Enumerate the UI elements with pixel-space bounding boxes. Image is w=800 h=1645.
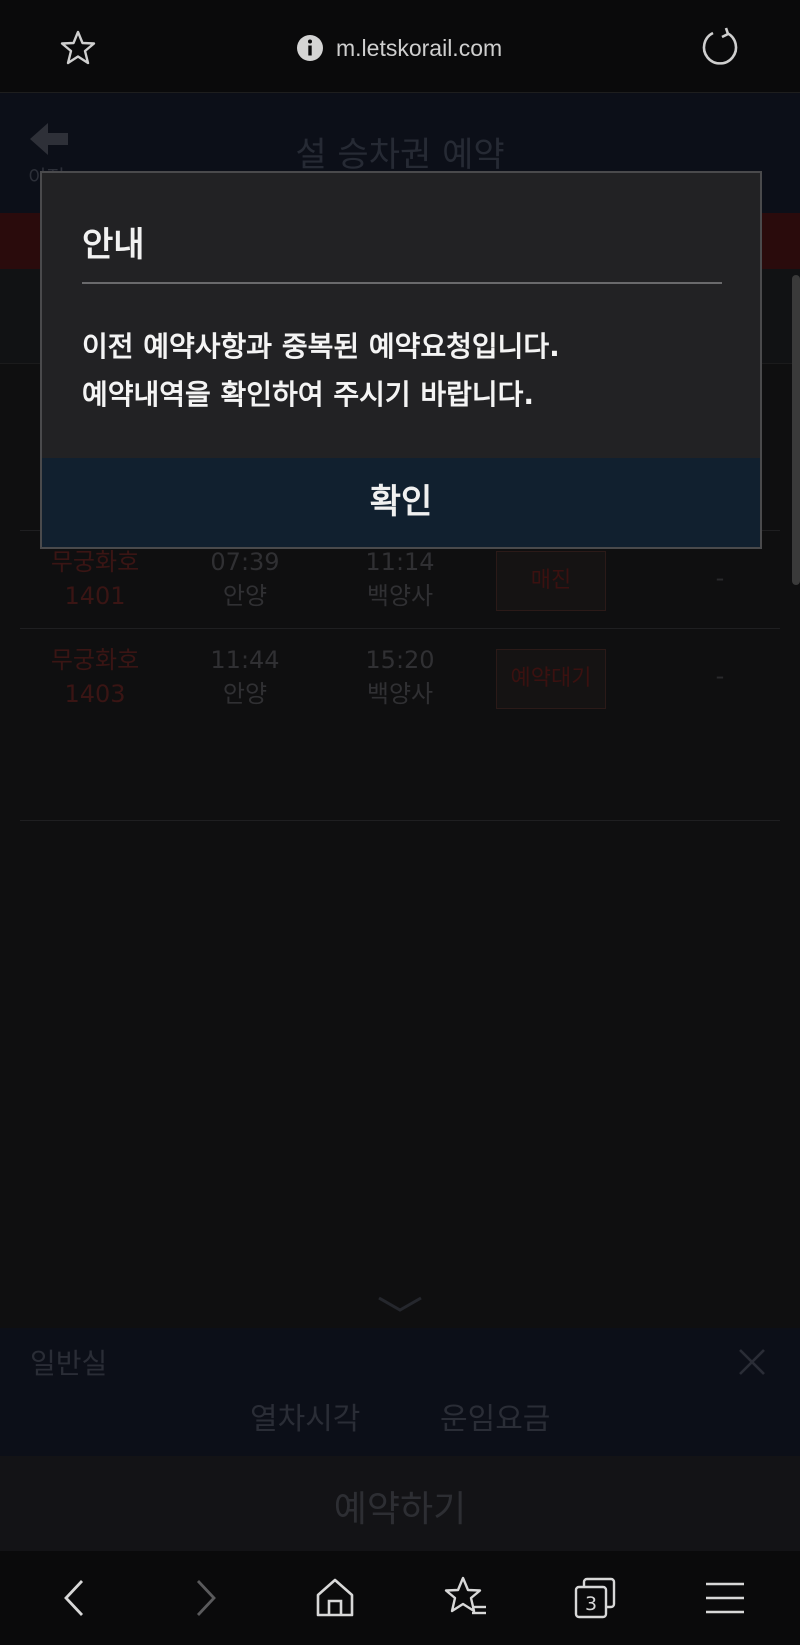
reserve-button-label: 예약하기 [333,1489,467,1530]
extra-cell: - [715,662,725,690]
seat-class-title: 일반실 [30,1347,108,1380]
train-name-cell: 무궁화호 1403 [50,646,140,708]
url-text: m.letskorail.com [336,34,503,61]
close-icon[interactable] [738,1348,766,1376]
info-icon[interactable] [296,34,324,62]
page-title: 설 승차권 예약 [295,135,505,175]
tab-fare[interactable]: 운임요금 [440,1394,550,1438]
tabs-icon[interactable]: 3 [570,1573,620,1623]
table-row[interactable]: 무궁화호 1403 11:44 안양 15:20 백양사 예약대기 - [20,628,780,727]
alert-dialog: 안내 이전 예약사항과 중복된 예약요청입니다. 예약내역을 확인하여 주시기 … [40,171,762,549]
dialog-message-line: 이전 예약사항과 중복된 예약요청입니다. [82,330,560,363]
browser-top-bar: m.letskorail.com [0,0,800,93]
browser-bottom-nav: 3 [0,1551,800,1645]
arrival-cell: 11:14 백양사 [365,548,435,610]
tab-train-time[interactable]: 열차시각 [250,1394,360,1438]
divider [20,820,780,821]
confirm-button[interactable]: 확인 [42,458,760,547]
tab-count: 3 [585,1593,597,1615]
arrival-cell: 15:20 백양사 [365,646,435,708]
dialog-message-line: 예약내역을 확인하여 주시기 바랍니다. [82,378,535,411]
status-badge[interactable]: 예약대기 [496,649,606,709]
extra-cell: - [715,564,725,592]
departure-cell: 11:44 안양 [210,646,280,708]
scrollbar-thumb[interactable] [792,275,800,585]
status-badge[interactable]: 매진 [496,551,606,611]
chevron-down-icon[interactable] [377,1294,423,1314]
train-name-cell: 무궁화호 1401 [50,548,140,610]
reserve-button[interactable]: 예약하기 [0,1456,800,1551]
dialog-title: 안내 [82,225,145,265]
chevron-left-icon[interactable] [50,1573,100,1623]
home-icon[interactable] [310,1573,360,1623]
reload-icon[interactable] [700,26,742,68]
dialog-message: 이전 예약사항과 중복된 예약요청입니다. 예약내역을 확인하여 주시기 바랍니… [82,323,560,419]
star-icon[interactable] [58,28,98,68]
chevron-right-icon[interactable] [180,1573,230,1623]
hamburger-menu-icon[interactable] [700,1573,750,1623]
seat-class-panel: 일반실 열차시각 운임요금 [0,1328,800,1456]
departure-cell: 07:39 안양 [210,548,280,610]
dialog-divider [82,282,722,284]
bookmark-list-icon[interactable] [440,1573,490,1623]
address-bar[interactable]: m.letskorail.com [296,28,502,68]
